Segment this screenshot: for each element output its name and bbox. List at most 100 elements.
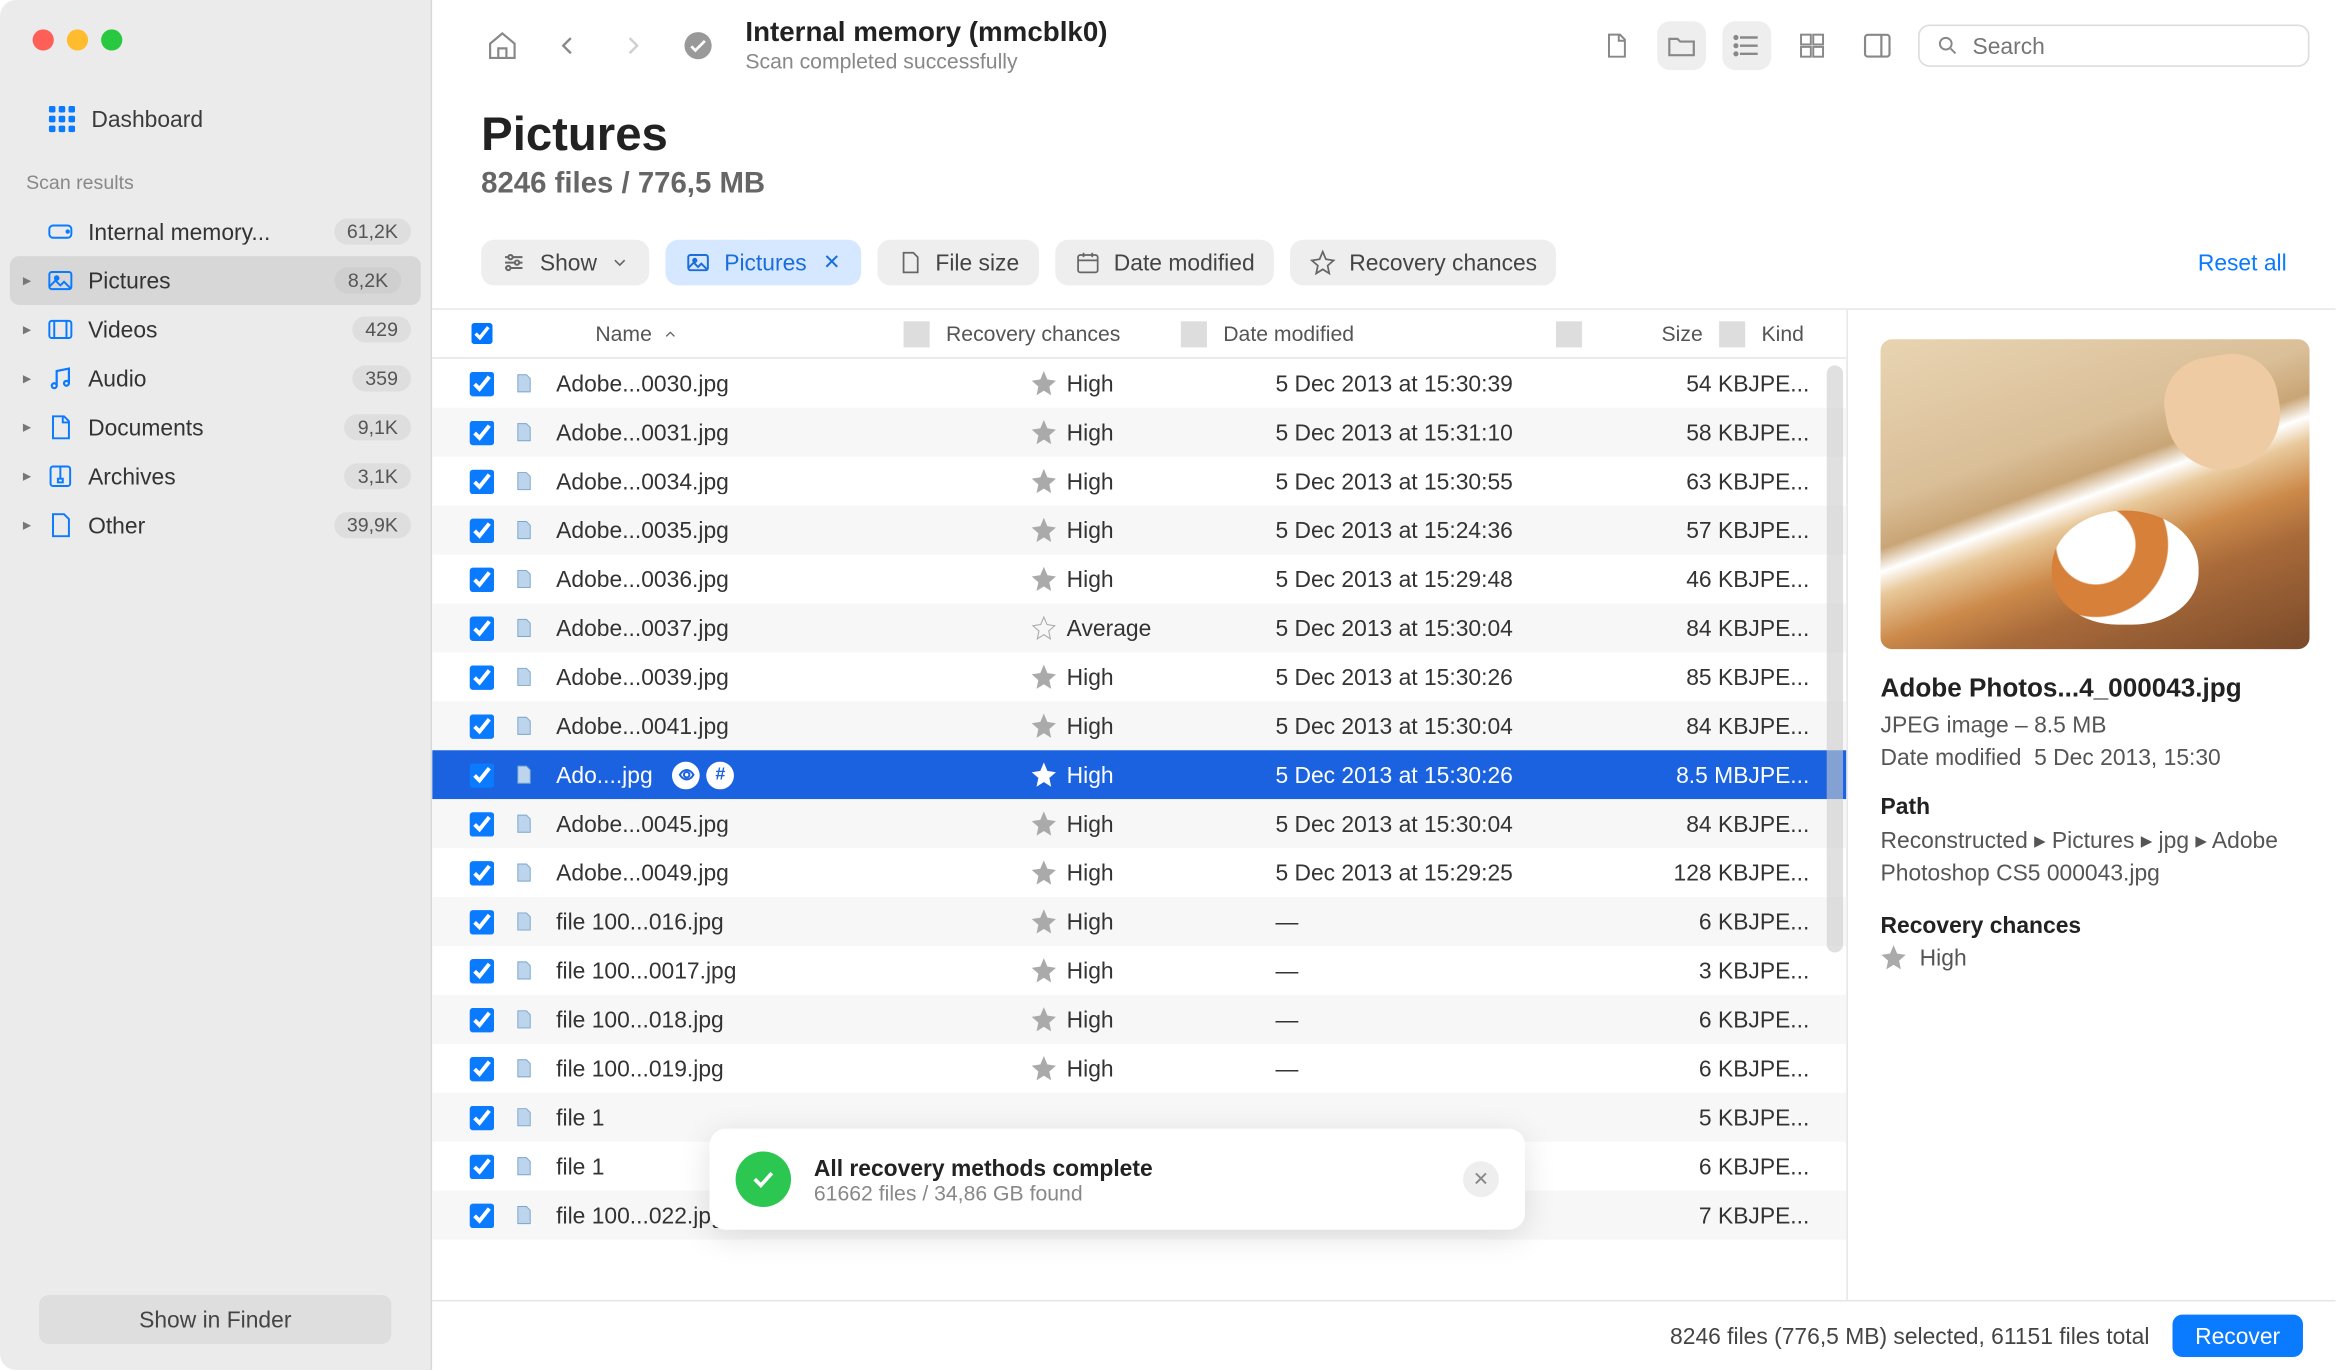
new-file-button[interactable]	[1592, 20, 1641, 69]
sidebar-item-audio[interactable]: ▸Audio359	[0, 354, 431, 403]
file-thumb-icon	[511, 1202, 537, 1228]
table-row[interactable]: Adobe...0036.jpgHigh5 Dec 2013 at 15:29:…	[432, 555, 1846, 604]
row-checkbox[interactable]	[469, 420, 493, 444]
table-row[interactable]: Adobe...0034.jpgHigh5 Dec 2013 at 15:30:…	[432, 457, 1846, 506]
row-checkbox[interactable]	[469, 469, 493, 493]
minimize-window-button[interactable]	[67, 29, 88, 50]
home-button[interactable]	[478, 20, 527, 69]
star-icon	[1031, 860, 1057, 886]
completion-toast: All recovery methods complete 61662 file…	[709, 1129, 1524, 1230]
recovery-chances-filter[interactable]: Recovery chances	[1291, 240, 1557, 286]
kind-value: JPE...	[1748, 1055, 1846, 1081]
row-checkbox[interactable]	[469, 1203, 493, 1227]
sidebar-item-picture[interactable]: ▸Pictures8,2K	[10, 256, 421, 305]
file-thumb-icon	[511, 1153, 537, 1179]
table-row[interactable]: file 100...0017.jpgHigh—3 KBJPE...	[432, 946, 1846, 995]
preview-image	[1881, 339, 2310, 649]
table-row[interactable]: Adobe...0039.jpgHigh5 Dec 2013 at 15:30:…	[432, 652, 1846, 701]
row-checkbox[interactable]	[469, 1056, 493, 1080]
sidebar-item-document[interactable]: ▸Documents9,1K	[0, 403, 431, 452]
file-thumb-icon	[511, 615, 537, 641]
maximize-window-button[interactable]	[101, 29, 122, 50]
sidebar-item-archive[interactable]: ▸Archives3,1K	[0, 452, 431, 501]
search-input[interactable]	[1972, 32, 2291, 58]
table-row[interactable]: file 100...018.jpgHigh—6 KBJPE...	[432, 995, 1846, 1044]
show-filter[interactable]: Show	[481, 240, 649, 286]
sidebar-item-count: 359	[352, 365, 411, 391]
row-checkbox[interactable]	[469, 665, 493, 689]
sidebar-item-video[interactable]: ▸Videos429	[0, 305, 431, 354]
size-value: 128 KB	[1618, 860, 1748, 886]
file-thumb-icon	[511, 957, 537, 983]
file-size-filter[interactable]: File size	[877, 240, 1039, 286]
folder-view-button[interactable]	[1657, 20, 1706, 69]
table-row[interactable]: Adobe...0045.jpgHigh5 Dec 2013 at 15:30:…	[432, 799, 1846, 848]
forward-button[interactable]	[608, 20, 657, 69]
table-row[interactable]: Adobe...0037.jpgAverage5 Dec 2013 at 15:…	[432, 603, 1846, 652]
date-value: 5 Dec 2013 at 15:30:55	[1275, 468, 1618, 494]
kind-value: JPE...	[1748, 957, 1846, 983]
sidebar-item-disk[interactable]: ▸Internal memory...61,2K	[0, 207, 431, 256]
row-checkbox[interactable]	[469, 958, 493, 982]
row-checkbox[interactable]	[469, 714, 493, 738]
remove-filter-button[interactable]: ✕	[823, 250, 841, 276]
sidebar-item-other[interactable]: ▸Other39,9K	[0, 501, 431, 550]
search-field[interactable]	[1918, 24, 2309, 66]
detail-rc-label: Recovery chances	[1881, 912, 2310, 938]
table-row[interactable]: Ado....jpg#High5 Dec 2013 at 15:30:268.5…	[432, 750, 1846, 799]
file-thumb-icon	[511, 1055, 537, 1081]
grid-view-button[interactable]	[1788, 20, 1837, 69]
size-value: 46 KB	[1618, 566, 1748, 592]
column-recovery[interactable]: Recovery chances	[933, 321, 1178, 345]
table-row[interactable]: Adobe...0041.jpgHigh5 Dec 2013 at 15:30:…	[432, 701, 1846, 750]
file-name: Adobe...0037.jpg	[556, 615, 729, 641]
table-row[interactable]: Adobe...0035.jpgHigh5 Dec 2013 at 15:24:…	[432, 506, 1846, 555]
search-icon	[1936, 32, 1959, 58]
row-checkbox[interactable]	[469, 811, 493, 835]
close-window-button[interactable]	[33, 29, 54, 50]
row-checkbox[interactable]	[469, 762, 493, 786]
size-value: 54 KB	[1618, 370, 1748, 396]
column-size[interactable]: Size	[1585, 321, 1715, 345]
list-view-button[interactable]	[1722, 20, 1771, 69]
show-in-finder-button[interactable]: Show in Finder	[39, 1295, 391, 1344]
active-filter-label: Pictures	[724, 250, 806, 276]
row-checkbox[interactable]	[469, 518, 493, 542]
table-row[interactable]: file 100...019.jpgHigh—6 KBJPE...	[432, 1044, 1846, 1093]
table-row[interactable]: Adobe...0030.jpgHigh5 Dec 2013 at 15:30:…	[432, 359, 1846, 408]
row-checkbox[interactable]	[469, 1105, 493, 1129]
file-size-label: File size	[935, 250, 1019, 276]
sidebar-item-count: 61,2K	[334, 219, 411, 245]
table-row[interactable]: Adobe...0049.jpgHigh5 Dec 2013 at 15:29:…	[432, 848, 1846, 897]
active-filter-pictures[interactable]: Pictures ✕	[665, 240, 860, 286]
table-row[interactable]: Adobe...0031.jpgHigh5 Dec 2013 at 15:31:…	[432, 408, 1846, 457]
row-checkbox[interactable]	[469, 371, 493, 395]
detail-path-value: Reconstructed ▸ Pictures ▸ jpg ▸ Adobe P…	[1881, 825, 2310, 889]
row-checkbox[interactable]	[469, 567, 493, 591]
row-checkbox[interactable]	[469, 616, 493, 640]
file-name: Ado....jpg	[556, 762, 652, 788]
preview-badge-icon[interactable]	[672, 761, 700, 789]
star-icon	[1881, 945, 1907, 971]
column-name[interactable]: Name	[511, 321, 901, 345]
dashboard-nav[interactable]: Dashboard	[0, 83, 431, 155]
toast-close-button[interactable]: ✕	[1463, 1161, 1499, 1197]
row-checkbox[interactable]	[469, 1007, 493, 1031]
toast-subtitle: 61662 files / 34,86 GB found	[814, 1180, 1153, 1204]
row-checkbox[interactable]	[469, 909, 493, 933]
select-all-checkbox[interactable]	[471, 323, 492, 344]
row-checkbox[interactable]	[469, 1154, 493, 1178]
scrollbar[interactable]	[1827, 365, 1843, 952]
row-checkbox[interactable]	[469, 860, 493, 884]
footer: 8246 files (776,5 MB) selected, 61151 fi…	[432, 1300, 2335, 1370]
file-name: Adobe...0030.jpg	[556, 370, 729, 396]
date-modified-filter[interactable]: Date modified	[1055, 240, 1274, 286]
toggle-details-button[interactable]	[1853, 20, 1902, 69]
recover-button[interactable]: Recover	[2172, 1315, 2303, 1357]
column-date[interactable]: Date modified	[1210, 321, 1553, 345]
reset-filters-button[interactable]: Reset all	[2198, 250, 2287, 276]
back-button[interactable]	[543, 20, 592, 69]
table-row[interactable]: file 100...016.jpgHigh—6 KBJPE...	[432, 897, 1846, 946]
column-kind[interactable]: Kind	[1748, 321, 1846, 345]
hex-badge-icon[interactable]: #	[706, 761, 734, 789]
